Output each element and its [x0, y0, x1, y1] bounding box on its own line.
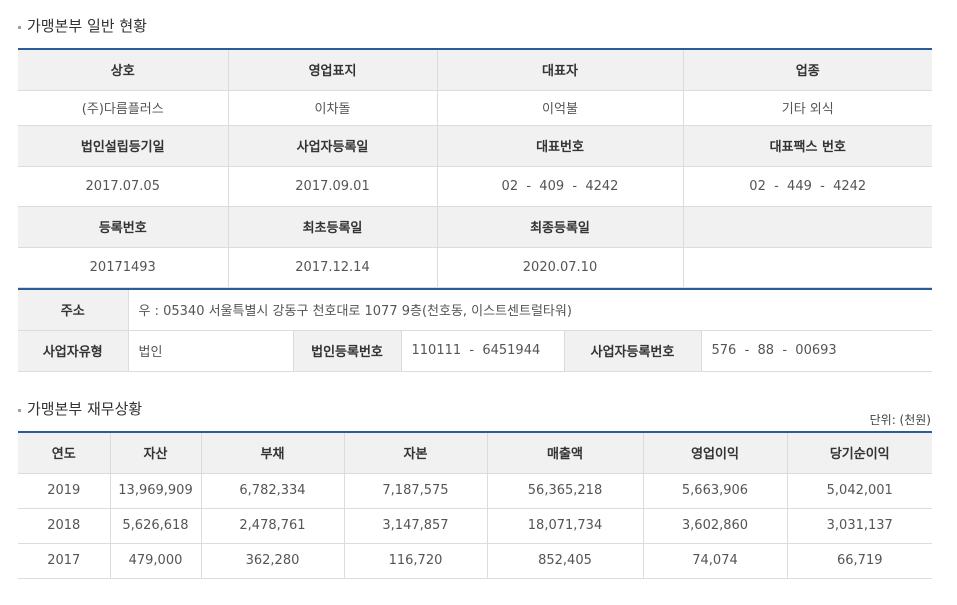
header-cell: 법인설립등기일 [18, 125, 229, 167]
value-cell: 2017.09.01 [228, 166, 438, 207]
table-cell: 5,042,001 [787, 473, 932, 509]
value-cell: (주)다름플러스 [18, 90, 229, 126]
table-cell: 2019 [18, 473, 111, 509]
column-header: 영업이익 [643, 432, 788, 474]
table-cell: 362,280 [201, 543, 345, 579]
value-cell: 20171493 [18, 247, 229, 288]
general-value-row: (주)다름플러스 이차돌 이억불 기타 외식 [18, 90, 932, 126]
general-header-row: 법인설립등기일 사업자등록일 대표번호 대표팩스 번호 [18, 125, 932, 167]
header-cell: 등록번호 [18, 206, 229, 248]
header-cell: 대표팩스 번호 [683, 125, 932, 167]
table-row: 2018 5,626,618 2,478,761 3,147,857 18,07… [18, 508, 932, 544]
general-title-text: 가맹본부 일반 현황 [27, 17, 147, 35]
general-value-row: 20171493 2017.12.14 2020.07.10 [18, 247, 932, 288]
table-cell: 2018 [18, 508, 111, 544]
table-cell: 3,147,857 [344, 508, 488, 544]
value-cell: 이억불 [437, 90, 684, 126]
title-bullet-icon [18, 409, 21, 412]
table-row: 2019 13,969,909 6,782,334 7,187,575 56,3… [18, 473, 932, 509]
general-value-row: 2017.07.05 2017.09.01 02 - 409 - 4242 02… [18, 166, 932, 207]
table-cell: 479,000 [110, 543, 202, 579]
table-cell: 852,405 [487, 543, 644, 579]
column-header: 당기순이익 [787, 432, 932, 474]
table-cell: 74,074 [643, 543, 788, 579]
value-cell: 기타 외식 [683, 90, 932, 126]
table-cell: 3,031,137 [787, 508, 932, 544]
header-cell: 사업자등록일 [228, 125, 438, 167]
finance-title-text: 가맹본부 재무상황 [27, 400, 143, 418]
table-cell: 18,071,734 [487, 508, 644, 544]
business-type-value: 법인 [128, 330, 294, 372]
general-info-table: 상호 영업표지 대표자 업종 (주)다름플러스 이차돌 이억불 기타 외식 법인… [18, 48, 932, 288]
value-cell: 2020.07.10 [437, 247, 684, 288]
header-cell: 최초등록일 [228, 206, 438, 248]
table-cell: 56,365,218 [487, 473, 644, 509]
title-bullet-icon [18, 26, 21, 29]
general-header-row: 등록번호 최초등록일 최종등록일 [18, 206, 932, 248]
header-cell: 대표번호 [437, 125, 684, 167]
table-cell: 2,478,761 [201, 508, 345, 544]
general-section-title: 가맹본부 일반 현황 [18, 15, 147, 36]
address-row: 주소 우 : 05340 서울특별시 강동구 천호대로 1077 9층(천호동,… [18, 289, 933, 331]
header-cell: 대표자 [437, 49, 684, 91]
column-header: 자산 [110, 432, 202, 474]
value-cell [683, 247, 932, 288]
value-cell: 2017.07.05 [18, 166, 229, 207]
corp-number-label: 법인등록번호 [293, 330, 402, 372]
business-type-label: 사업자유형 [18, 330, 129, 372]
column-header: 매출액 [487, 432, 644, 474]
table-cell: 66,719 [787, 543, 932, 579]
value-cell: 이차돌 [228, 90, 438, 126]
corp-number-value: 110111 - 6451944 [401, 330, 565, 372]
finance-header-row: 연도 자산 부채 자본 매출액 영업이익 당기순이익 [18, 432, 932, 474]
general-header-row: 상호 영업표지 대표자 업종 [18, 49, 932, 91]
value-cell: 2017.12.14 [228, 247, 438, 288]
biz-number-value: 576 - 88 - 00693 [701, 330, 933, 372]
table-cell: 5,626,618 [110, 508, 202, 544]
column-header: 연도 [18, 432, 111, 474]
finance-section-title: 가맹본부 재무상황 [18, 398, 142, 419]
table-cell: 13,969,909 [110, 473, 202, 509]
header-cell: 업종 [683, 49, 932, 91]
table-cell: 6,782,334 [201, 473, 345, 509]
header-cell: 영업표지 [228, 49, 438, 91]
address-value: 우 : 05340 서울특별시 강동구 천호대로 1077 9층(천호동, 이스… [128, 289, 933, 331]
biz-number-label: 사업자등록번호 [564, 330, 702, 372]
column-header: 자본 [344, 432, 488, 474]
table-cell: 116,720 [344, 543, 488, 579]
address-label: 주소 [18, 289, 129, 331]
value-cell: 02 - 449 - 4242 [683, 166, 932, 207]
table-row: 2017 479,000 362,280 116,720 852,405 74,… [18, 543, 932, 579]
table-cell: 7,187,575 [344, 473, 488, 509]
table-cell: 5,663,906 [643, 473, 788, 509]
header-cell [683, 206, 932, 248]
unit-label: 단위: (천원) [869, 413, 931, 427]
header-cell: 최종등록일 [437, 206, 684, 248]
column-header: 부채 [201, 432, 345, 474]
finance-table: 연도 자산 부채 자본 매출액 영업이익 당기순이익 2019 13,969,9… [18, 431, 932, 579]
value-cell: 02 - 409 - 4242 [437, 166, 684, 207]
table-cell: 3,602,860 [643, 508, 788, 544]
address-business-table: 주소 우 : 05340 서울특별시 강동구 천호대로 1077 9층(천호동,… [18, 288, 933, 372]
header-cell: 상호 [18, 49, 229, 91]
table-cell: 2017 [18, 543, 111, 579]
business-row: 사업자유형 법인 법인등록번호 110111 - 6451944 사업자등록번호… [18, 330, 933, 372]
